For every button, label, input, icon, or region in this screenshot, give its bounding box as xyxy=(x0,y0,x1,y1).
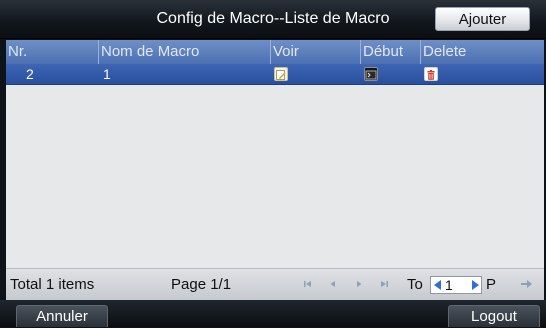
macro-list-window: Config de Macro--Liste de Macro Ajouter … xyxy=(0,0,546,327)
add-macro-button[interactable]: Ajouter xyxy=(435,7,530,31)
page-input-value: 1 xyxy=(445,277,453,293)
pagination-bar: Total 1 items Page 1/1 To 1 P xyxy=(6,268,544,300)
title-bar: Config de Macro--Liste de Macro Ajouter xyxy=(0,0,546,39)
column-header-name: Nom de Macro xyxy=(98,40,270,64)
page-number-input[interactable]: 1 xyxy=(430,276,482,294)
column-header-view: Voir xyxy=(270,40,360,64)
increment-icon[interactable] xyxy=(471,280,480,290)
page-unit-label: P xyxy=(486,276,497,293)
logout-button[interactable]: Logout xyxy=(448,305,540,327)
macro-table-panel: Nr. Nom de Macro Voir Début Delete 2 1 T… xyxy=(6,40,544,300)
to-label: To xyxy=(407,276,423,293)
bottom-bar: Annuler Logout xyxy=(0,300,546,327)
go-arrow-icon[interactable] xyxy=(520,278,534,290)
column-header-delete: Delete xyxy=(420,40,544,64)
column-header-start: Début xyxy=(360,40,420,64)
edit-icon[interactable] xyxy=(274,67,288,81)
table-header: Nr. Nom de Macro Voir Début Delete xyxy=(6,40,544,64)
cancel-button[interactable]: Annuler xyxy=(16,305,108,327)
column-header-nr: Nr. xyxy=(8,43,28,60)
table-row[interactable]: 2 1 xyxy=(6,64,544,85)
terminal-icon[interactable] xyxy=(364,67,378,81)
first-page-icon[interactable] xyxy=(302,278,314,290)
prev-page-icon[interactable] xyxy=(327,278,339,290)
page-indicator: Page 1/1 xyxy=(171,276,232,293)
decrement-icon[interactable] xyxy=(433,280,442,290)
last-page-icon[interactable] xyxy=(378,278,390,290)
next-page-icon[interactable] xyxy=(353,278,365,290)
macro-name: 1 xyxy=(103,66,111,82)
total-items: Total 1 items xyxy=(10,276,95,293)
trash-icon[interactable] xyxy=(424,67,438,81)
macro-number: 2 xyxy=(26,66,34,82)
